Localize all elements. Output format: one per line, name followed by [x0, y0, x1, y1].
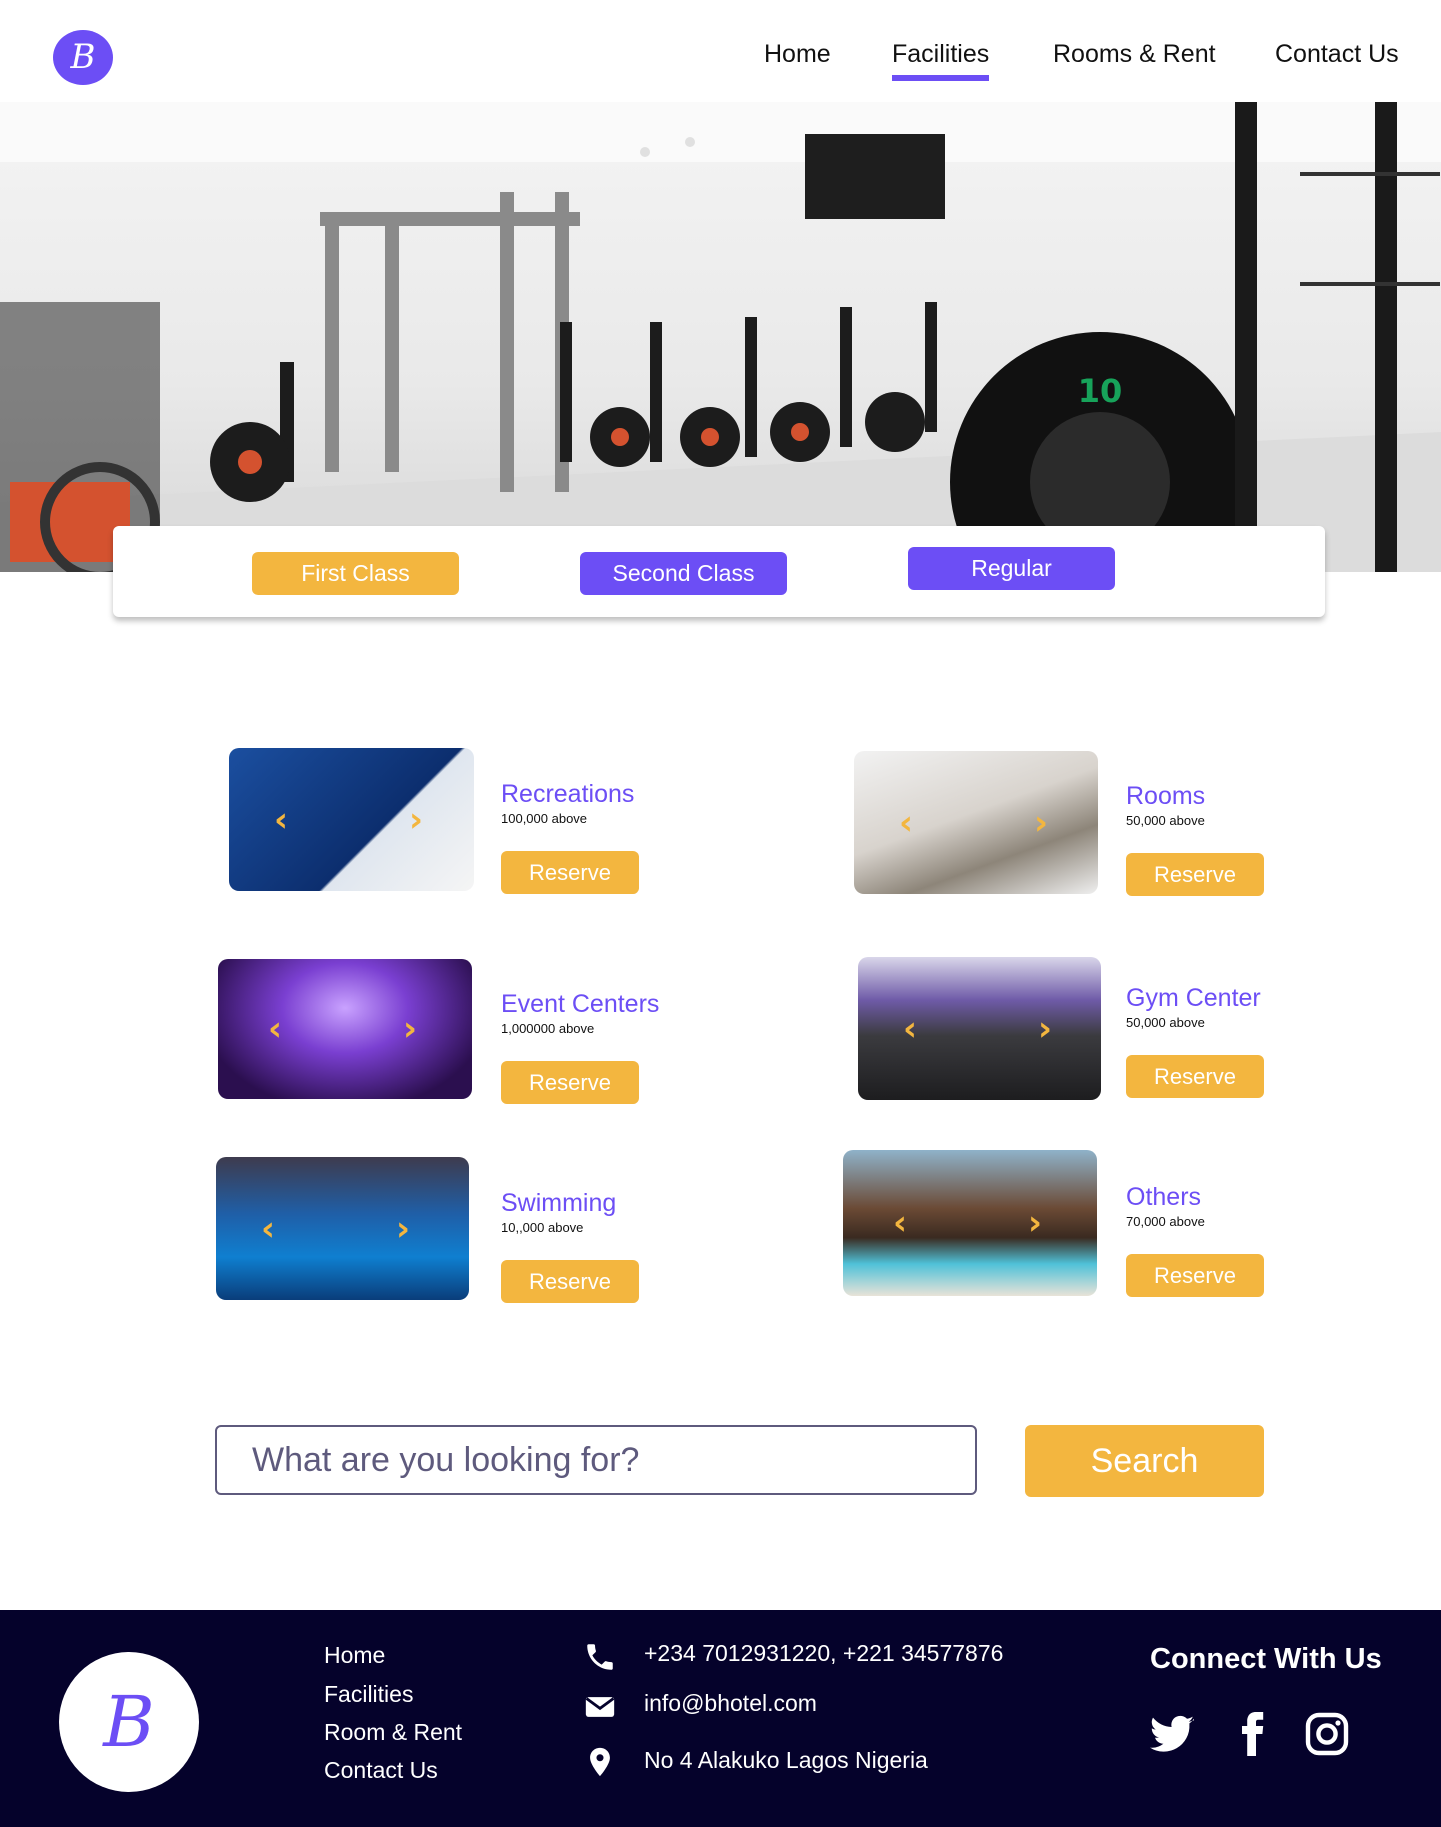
gym-illustration: 10 — [0, 102, 1441, 572]
search-button[interactable]: Search — [1025, 1425, 1264, 1497]
prev-arrow-icon[interactable]: ‹ — [903, 1012, 917, 1046]
footer-address: No 4 Alakuko Lagos Nigeria — [644, 1747, 928, 1773]
rooms-image: ‹ › — [854, 751, 1098, 894]
recreations-image: ‹ › — [229, 748, 474, 891]
svg-text:10: 10 — [1078, 372, 1123, 410]
brand-logo[interactable]: B — [53, 30, 113, 85]
next-arrow-icon[interactable]: › — [1034, 806, 1048, 840]
reserve-button-rooms[interactable]: Reserve — [1126, 853, 1264, 896]
header: B Home Facilities Rooms & Rent Contact U… — [0, 0, 1441, 102]
facebook-icon[interactable] — [1228, 1710, 1276, 1758]
prev-arrow-icon[interactable]: ‹ — [899, 806, 913, 840]
facility-price-gym-center: 50,000 above — [1126, 1015, 1205, 1030]
nav-rooms-rent[interactable]: Rooms & Rent — [1053, 40, 1216, 69]
footer-link-facilities[interactable]: Facilities — [324, 1681, 413, 1708]
facility-price-others: 70,000 above — [1126, 1214, 1205, 1229]
facility-title-swimming: Swimming — [501, 1189, 617, 1217]
reserve-button-gym-center[interactable]: Reserve — [1126, 1055, 1264, 1098]
footer-link-home[interactable]: Home — [324, 1642, 385, 1669]
hero-gym-image: 10 — [0, 102, 1441, 572]
facility-title-recreations: Recreations — [501, 780, 635, 808]
footer: B Home Facilities Room & Rent Contact Us… — [0, 1610, 1441, 1827]
reserve-button-recreations[interactable]: Reserve — [501, 851, 639, 894]
search-input[interactable] — [215, 1425, 977, 1495]
nav-facilities[interactable]: Facilities — [892, 40, 990, 81]
next-arrow-icon[interactable]: › — [403, 1012, 417, 1046]
reserve-button-swimming[interactable]: Reserve — [501, 1260, 639, 1303]
facility-title-gym-center: Gym Center — [1126, 984, 1261, 1012]
phone-icon — [587, 1644, 613, 1670]
facility-title-others: Others — [1126, 1183, 1202, 1211]
facility-title-rooms: Rooms — [1126, 782, 1206, 810]
nav-contact-us[interactable]: Contact Us — [1275, 40, 1399, 69]
location-icon — [590, 1747, 610, 1777]
swimming-image: ‹ › — [216, 1157, 469, 1300]
footer-link-room-rent[interactable]: Room & Rent — [324, 1719, 462, 1746]
footer-phone: +234 7012931220, +221 34577876 — [644, 1640, 1004, 1666]
instagram-icon[interactable] — [1303, 1710, 1351, 1758]
connect-with-us-heading: Connect With Us — [1150, 1643, 1382, 1675]
reserve-button-others[interactable]: Reserve — [1126, 1254, 1264, 1297]
nav-home[interactable]: Home — [764, 40, 831, 69]
prev-arrow-icon[interactable]: ‹ — [261, 1212, 275, 1246]
facility-price-recreations: 100,000 above — [501, 811, 588, 826]
facility-price-event-centers: 1,000000 above — [501, 1021, 595, 1036]
prev-arrow-icon[interactable]: ‹ — [268, 1012, 282, 1046]
next-arrow-icon[interactable]: › — [1038, 1012, 1052, 1046]
twitter-icon[interactable] — [1148, 1710, 1196, 1758]
class-selector: First Class Second Class Regular — [113, 526, 1325, 617]
next-arrow-icon[interactable]: › — [409, 803, 423, 837]
facility-price-swimming: 10,,000 above — [501, 1220, 584, 1235]
reserve-button-event-centers[interactable]: Reserve — [501, 1061, 639, 1104]
next-arrow-icon[interactable]: › — [396, 1212, 410, 1246]
next-arrow-icon[interactable]: › — [1028, 1206, 1042, 1240]
event-centers-image: ‹ › — [218, 959, 472, 1099]
footer-link-contact-us[interactable]: Contact Us — [324, 1757, 438, 1784]
tab-first-class[interactable]: First Class — [252, 552, 459, 595]
email-icon — [585, 1697, 615, 1717]
facility-title-event-centers: Event Centers — [501, 990, 660, 1018]
facility-price-rooms: 50,000 above — [1126, 813, 1205, 828]
prev-arrow-icon[interactable]: ‹ — [274, 803, 288, 837]
tab-regular[interactable]: Regular — [908, 547, 1115, 590]
gym-center-image: ‹ › — [858, 957, 1101, 1100]
others-image: ‹ › — [843, 1150, 1097, 1296]
footer-email[interactable]: info@bhotel.com — [644, 1690, 817, 1717]
tab-second-class[interactable]: Second Class — [580, 552, 787, 595]
prev-arrow-icon[interactable]: ‹ — [893, 1206, 907, 1240]
footer-logo[interactable]: B — [59, 1652, 199, 1792]
